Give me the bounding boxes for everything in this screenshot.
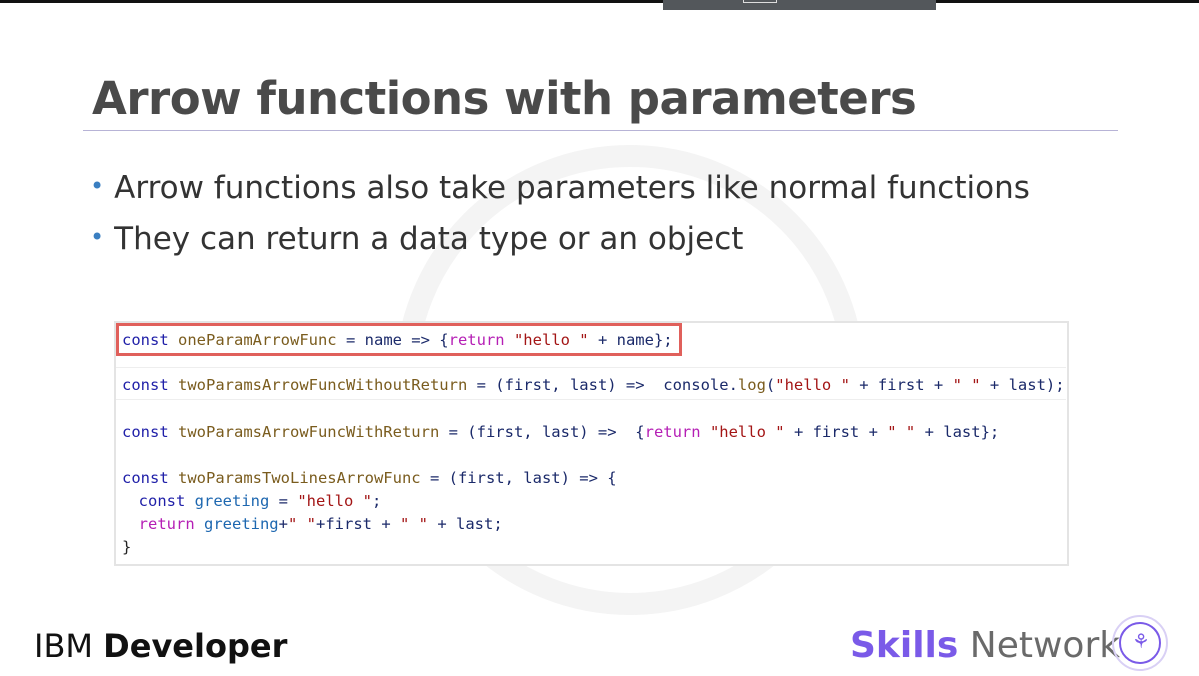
- code-snippet: const oneParamArrowFunc = name => {retur…: [114, 321, 1069, 566]
- code-line: return greeting+" "+first + " " + last;: [120, 515, 503, 533]
- slide-title: Arrow functions with parameters: [92, 72, 917, 125]
- bullet-item: • They can return a data type or an objec…: [90, 221, 1030, 272]
- skills-network-tree-icon: ⚘: [1112, 615, 1168, 671]
- ibm-developer-logo: IBM Developer: [34, 627, 288, 665]
- title-divider: [83, 130, 1118, 131]
- code-line: const twoParamsArrowFuncWithoutReturn = …: [122, 376, 1065, 394]
- code-line: const twoParamsArrowFuncWithReturn = (fi…: [122, 423, 1000, 441]
- code-line: const oneParamArrowFunc = name => {retur…: [122, 331, 673, 349]
- bullet-text: Arrow functions also take parameters lik…: [114, 170, 1030, 206]
- top-bar: [0, 0, 1199, 3]
- code-line: const twoParamsTwoLinesArrowFunc = (firs…: [122, 469, 617, 487]
- bullet-icon: •: [90, 172, 105, 200]
- divider: [116, 399, 1066, 400]
- video-control-bar: [663, 0, 936, 10]
- divider: [116, 367, 1066, 368]
- bullet-text: They can return a data type or an object: [114, 221, 744, 257]
- bullet-icon: •: [90, 223, 105, 251]
- bullet-item: • Arrow functions also take parameters li…: [90, 170, 1030, 221]
- skills-network-logo: Skills Network: [850, 625, 1121, 666]
- code-line: }: [122, 538, 132, 556]
- bullet-list: • Arrow functions also take parameters li…: [90, 170, 1030, 272]
- code-line: const greeting = "hello ";: [120, 492, 382, 510]
